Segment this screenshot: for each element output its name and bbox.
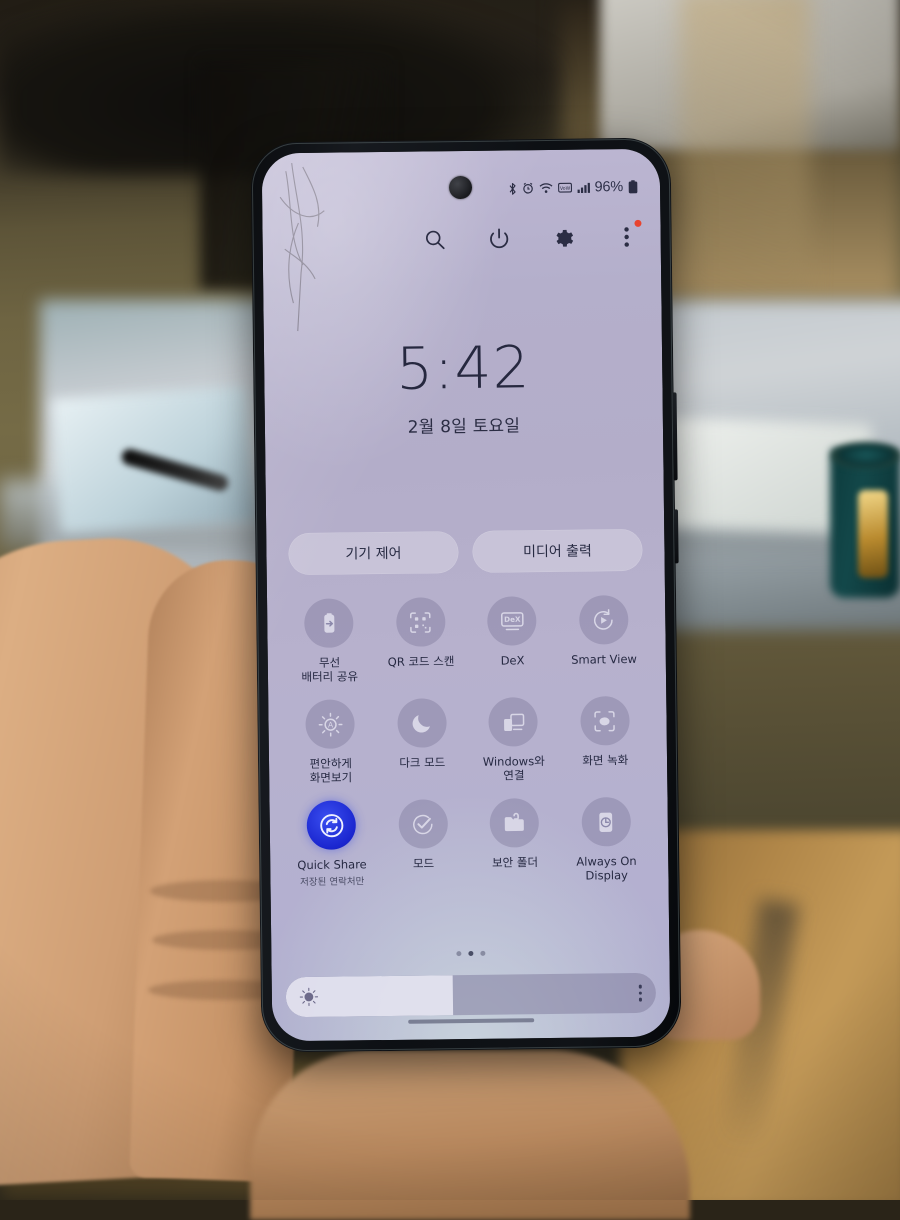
phone-screen[interactable]: VoW 96% xyxy=(262,149,671,1042)
alarm-icon xyxy=(522,182,534,194)
quick-tile-quick-share[interactable]: Quick Share저장된 연락처만 xyxy=(285,796,378,888)
battery-percent-label: 96% xyxy=(595,179,624,195)
quick-tile-smart-view[interactable]: Smart View xyxy=(557,591,650,681)
signal-icon xyxy=(577,181,590,193)
gesture-navigation-bar[interactable] xyxy=(408,1018,534,1024)
brightness-slider[interactable] xyxy=(286,973,656,1018)
media-output-button[interactable]: 미디어 출력 xyxy=(472,529,643,573)
page-dot[interactable] xyxy=(480,951,485,956)
power-icon[interactable] xyxy=(482,222,514,254)
notification-badge-dot xyxy=(634,220,641,227)
quick-tile-dex[interactable]: DeX DeX xyxy=(466,592,559,682)
battery-icon xyxy=(628,180,638,194)
quick-tile-label: Windows와연결 xyxy=(483,754,545,783)
svg-text:A: A xyxy=(328,720,334,729)
quick-tile-label: QR 코드 스캔 xyxy=(388,654,455,669)
quick-tile-label: 모드 xyxy=(413,856,434,870)
settings-gear-icon[interactable] xyxy=(546,222,578,254)
modes-icon[interactable] xyxy=(398,799,448,849)
palm-bottom xyxy=(250,1050,690,1220)
brightness-sun-icon[interactable] xyxy=(298,986,320,1008)
quick-panel-pill-row: 기기 제어 미디어 출력 xyxy=(288,529,642,575)
quick-tile-link-to-windows[interactable]: Windows와연결 xyxy=(467,693,560,783)
phone-device: VoW 96% xyxy=(250,137,681,1052)
quick-tile-label: 보안 폴더 xyxy=(492,855,538,870)
quick-tile-dark-mode-moon[interactable]: 다크 모드 xyxy=(376,694,469,784)
quick-tile-label: 화면 녹화 xyxy=(582,753,628,768)
front-camera-punchhole xyxy=(449,176,472,199)
quick-tile-label: 무선배터리 공유 xyxy=(301,655,358,684)
brightness-more-icon[interactable] xyxy=(638,985,642,1002)
quick-tile-label: DeX xyxy=(501,653,525,667)
quick-panel-action-row xyxy=(262,221,642,258)
smart-view-icon[interactable] xyxy=(579,595,629,645)
svg-text:DeX: DeX xyxy=(504,614,521,623)
quick-share-icon[interactable] xyxy=(307,800,357,850)
quick-tile-sublabel: 저장된 연락처만 xyxy=(300,873,364,888)
vowifi-icon: VoW xyxy=(558,182,572,194)
quick-tile-eye-comfort-shield[interactable]: A 편안하게화면보기 xyxy=(284,695,377,785)
clock-date: 2월 8일 토요일 xyxy=(265,410,663,440)
status-bar: VoW 96% xyxy=(508,179,639,197)
always-on-display-icon[interactable] xyxy=(581,797,631,847)
quick-tile-modes[interactable]: 모드 xyxy=(377,795,470,887)
eye-comfort-shield-icon[interactable]: A xyxy=(306,699,356,749)
quick-tile-secure-folder[interactable]: 보안 폴더 xyxy=(468,794,561,886)
link-to-windows-icon[interactable] xyxy=(489,697,539,747)
page-dot[interactable] xyxy=(468,951,473,956)
quick-tile-label: 편안하게화면보기 xyxy=(310,756,353,785)
dark-mode-moon-icon[interactable] xyxy=(397,698,447,748)
quick-settings-grid: 무선배터리 공유 QR 코드 스캔 DeX DeX Smart View A 편안하게화면보… xyxy=(283,591,653,889)
screen-recorder-icon[interactable] xyxy=(580,696,630,746)
wireless-power-share-icon[interactable] xyxy=(304,598,354,648)
quick-panel-page-dots[interactable] xyxy=(271,949,669,959)
quick-tile-qr-code-scan[interactable]: QR 코드 스캔 xyxy=(374,593,467,683)
quick-tile-wireless-power-share[interactable]: 무선배터리 공유 xyxy=(283,594,376,684)
bluetooth-icon xyxy=(508,182,517,195)
more-options-icon[interactable] xyxy=(610,221,642,253)
device-control-button[interactable]: 기기 제어 xyxy=(288,531,459,575)
clock-time: 5:42 xyxy=(264,337,663,400)
search-icon[interactable] xyxy=(418,223,450,255)
quick-tile-label: Always OnDisplay xyxy=(576,854,637,883)
svg-text:VoW: VoW xyxy=(560,186,571,192)
power-side-button[interactable] xyxy=(674,509,679,563)
wifi-icon xyxy=(539,182,553,194)
quick-tile-label: Quick Share xyxy=(297,857,367,872)
page-dot[interactable] xyxy=(456,951,461,956)
secure-folder-icon[interactable] xyxy=(490,798,540,848)
dex-icon[interactable]: DeX xyxy=(487,596,537,646)
quick-tile-label: 다크 모드 xyxy=(399,755,445,770)
quick-tile-label: Smart View xyxy=(571,652,637,667)
qr-code-scan-icon[interactable] xyxy=(396,597,446,647)
quick-tile-always-on-display[interactable]: Always OnDisplay xyxy=(560,793,653,885)
quick-tile-screen-recorder[interactable]: 화면 녹화 xyxy=(559,692,652,782)
clock-widget[interactable]: 5:42 2월 8일 토요일 xyxy=(264,337,663,440)
